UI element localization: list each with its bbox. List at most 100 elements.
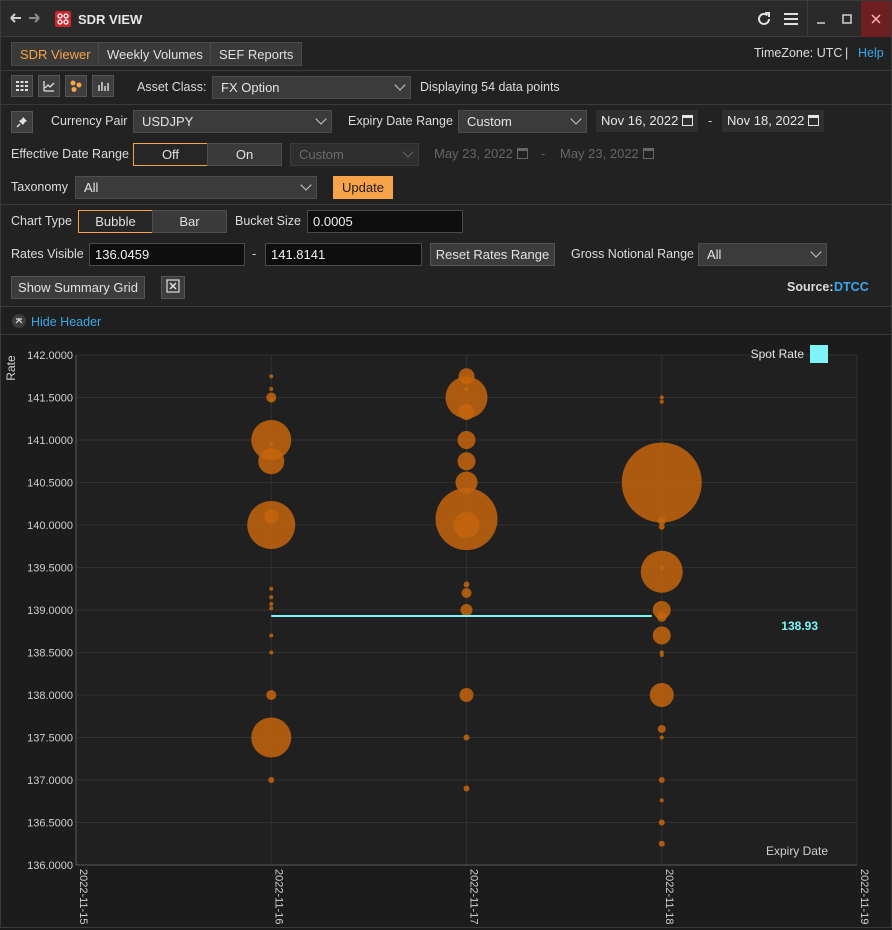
bubble-point[interactable] bbox=[269, 387, 274, 391]
bubble-point[interactable] bbox=[247, 501, 296, 549]
rates-to-input[interactable]: 141.8141 bbox=[265, 243, 422, 266]
grid-view-icon[interactable] bbox=[11, 75, 33, 97]
y-tick-label: 141.5000 bbox=[27, 393, 73, 405]
bubble-point[interactable] bbox=[460, 604, 473, 616]
y-tick-label: 139.5000 bbox=[27, 563, 73, 575]
menu-icon[interactable] bbox=[783, 12, 799, 29]
excel-export-button[interactable] bbox=[161, 276, 185, 299]
collapse-icon[interactable] bbox=[12, 314, 26, 328]
show-summary-grid-button[interactable]: Show Summary Grid bbox=[11, 276, 145, 299]
gross-notional-select[interactable]: All bbox=[698, 243, 827, 266]
bubble-point[interactable] bbox=[268, 777, 275, 783]
chart-area: 142.0000 141.5000 141.0000 140.5000 140.0000… bbox=[1, 335, 891, 927]
maximize-button[interactable] bbox=[834, 1, 860, 37]
help-link[interactable]: Help bbox=[858, 46, 884, 60]
bubble-point[interactable] bbox=[457, 431, 476, 449]
expiry-range-select[interactable]: Custom bbox=[458, 110, 587, 133]
source-label: Source: bbox=[787, 280, 834, 294]
calendar-icon[interactable] bbox=[682, 115, 694, 126]
bubble-point[interactable] bbox=[658, 777, 665, 783]
chevron-down-icon bbox=[394, 79, 406, 91]
bubble-point[interactable] bbox=[640, 550, 683, 593]
bubble-point[interactable] bbox=[458, 403, 475, 420]
bubble-point[interactable] bbox=[659, 653, 664, 658]
tab-sef-reports[interactable]: SEF Reports bbox=[210, 42, 303, 66]
bubble-point[interactable] bbox=[269, 602, 274, 607]
bubble-point[interactable] bbox=[453, 512, 480, 538]
asset-class-select[interactable]: FX Option bbox=[212, 76, 411, 99]
pin-icon[interactable] bbox=[11, 111, 33, 133]
bubble-point[interactable] bbox=[269, 442, 274, 447]
effective-to-date: May 23, 2022 bbox=[555, 143, 659, 165]
chevron-down-icon bbox=[402, 146, 414, 158]
bubble-point[interactable] bbox=[652, 626, 671, 645]
bubble-point[interactable] bbox=[269, 374, 274, 379]
bubble-toggle[interactable]: Bubble bbox=[78, 210, 153, 233]
bubble-point[interactable] bbox=[258, 448, 285, 475]
bubble-point[interactable] bbox=[269, 633, 274, 638]
minimize-button[interactable] bbox=[807, 1, 833, 37]
bubble-point[interactable] bbox=[659, 395, 664, 400]
bubble-point[interactable] bbox=[656, 611, 667, 622]
tabs-row: SDR Viewer Weekly Volumes SEF Reports Ti… bbox=[1, 37, 891, 71]
bubble-point[interactable] bbox=[457, 452, 476, 471]
bubble-point[interactable] bbox=[659, 735, 664, 740]
bubble-point[interactable] bbox=[463, 734, 470, 741]
bubble-point[interactable] bbox=[658, 840, 665, 847]
bubble-point[interactable] bbox=[621, 442, 702, 523]
bubble-point[interactable] bbox=[649, 683, 674, 707]
line-chart-icon[interactable] bbox=[38, 75, 60, 97]
expiry-from-date[interactable]: Nov 16, 2022 bbox=[596, 110, 699, 132]
effective-from-date: May 23, 2022 bbox=[429, 143, 533, 165]
currency-pair-value: USDJPY bbox=[142, 114, 194, 129]
bubble-point[interactable] bbox=[659, 565, 664, 570]
calendar-icon[interactable] bbox=[808, 115, 820, 126]
calendar-icon bbox=[642, 148, 654, 159]
rates-visible-label: Rates Visible bbox=[11, 247, 84, 261]
rates-from-input[interactable]: 136.0459 bbox=[89, 243, 245, 266]
reset-rates-button[interactable]: Reset Rates Range bbox=[430, 243, 555, 266]
bubble-point[interactable] bbox=[658, 819, 665, 826]
bubble-point[interactable] bbox=[658, 523, 665, 530]
forward-icon[interactable] bbox=[27, 11, 41, 28]
source-value[interactable]: DTCC bbox=[834, 280, 869, 294]
back-icon[interactable] bbox=[9, 11, 23, 28]
expiry-to-date[interactable]: Nov 18, 2022 bbox=[722, 110, 825, 132]
bubble-point[interactable] bbox=[461, 588, 472, 598]
effective-on-toggle[interactable]: On bbox=[207, 143, 282, 166]
bubble-point[interactable] bbox=[659, 798, 664, 803]
bubble-point[interactable] bbox=[463, 581, 470, 588]
bubble-chart[interactable]: 142.0000 141.5000 141.0000 140.5000 140.0000… bbox=[1, 335, 891, 927]
bubble-point[interactable] bbox=[463, 785, 470, 792]
bubble-point[interactable] bbox=[657, 516, 666, 525]
bubble-point[interactable] bbox=[251, 717, 292, 758]
bubble-point[interactable] bbox=[659, 399, 664, 404]
update-button[interactable]: Update bbox=[333, 176, 393, 199]
tab-sdr-viewer[interactable]: SDR Viewer bbox=[11, 42, 100, 66]
bubble-point[interactable] bbox=[657, 725, 666, 733]
effective-range-value: Custom bbox=[299, 147, 344, 162]
currency-pair-select[interactable]: USDJPY bbox=[133, 110, 332, 133]
bubble-point[interactable] bbox=[269, 595, 274, 600]
hide-header-bar: Hide Header bbox=[1, 307, 891, 335]
y-tick-label: 140.0000 bbox=[27, 520, 73, 532]
close-button[interactable] bbox=[861, 1, 891, 37]
window-title: SDR VIEW bbox=[78, 12, 143, 27]
bubble-chart-icon[interactable] bbox=[65, 75, 87, 97]
bar-toggle[interactable]: Bar bbox=[152, 210, 227, 233]
refresh-icon[interactable] bbox=[756, 11, 772, 30]
effective-off-toggle[interactable]: Off bbox=[133, 143, 208, 166]
bar-chart-icon[interactable] bbox=[92, 75, 114, 97]
bubble-point[interactable] bbox=[266, 690, 277, 700]
bucket-size-input[interactable]: 0.0005 bbox=[307, 210, 463, 233]
tab-weekly-volumes[interactable]: Weekly Volumes bbox=[98, 42, 212, 66]
taxonomy-select[interactable]: All bbox=[75, 176, 317, 199]
y-tick-label: 138.0000 bbox=[27, 690, 73, 702]
bubble-point[interactable] bbox=[459, 688, 474, 702]
bubble-point[interactable] bbox=[269, 398, 274, 403]
hide-header-link[interactable]: Hide Header bbox=[31, 315, 101, 329]
effective-range-select: Custom bbox=[290, 143, 419, 166]
bubble-point[interactable] bbox=[269, 586, 274, 591]
bubble-point[interactable] bbox=[269, 650, 274, 655]
bubble-point[interactable] bbox=[269, 606, 274, 611]
